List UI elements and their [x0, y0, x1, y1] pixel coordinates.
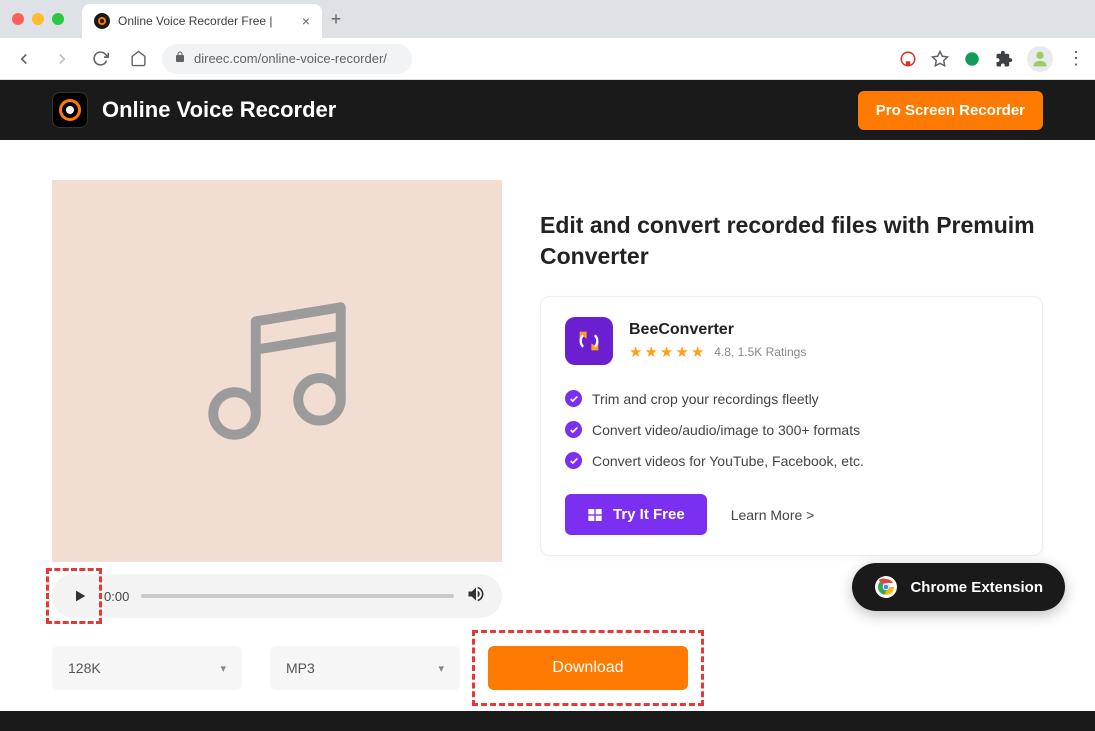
learn-more-link[interactable]: Learn More > — [731, 507, 815, 523]
star-icon: ★ — [691, 343, 704, 361]
check-icon — [565, 421, 582, 438]
check-icon — [565, 452, 582, 469]
browser-toolbar: direec.com/online-voice-recorder/ ⋮ — [0, 38, 1095, 80]
download-button[interactable]: Download — [488, 646, 688, 690]
tab-title: Online Voice Recorder Free | — [118, 14, 294, 28]
lock-icon — [174, 51, 186, 66]
toolbar-right: ⋮ — [899, 46, 1085, 72]
profile-avatar[interactable] — [1027, 46, 1053, 72]
progress-bar[interactable] — [141, 594, 454, 598]
page-content: 0:00 128K ▾ MP3 ▾ Download — [0, 140, 1095, 711]
product-name: BeeConverter — [629, 321, 806, 339]
check-icon — [565, 390, 582, 407]
logo[interactable]: Online Voice Recorder — [52, 92, 336, 128]
bitrate-select[interactable]: 128K ▾ — [52, 646, 242, 690]
audio-player: 0:00 — [52, 574, 502, 618]
play-time: 0:00 — [104, 589, 129, 604]
bitrate-value: 128K — [68, 660, 101, 676]
star-icon: ★ — [644, 343, 657, 361]
url-text: direec.com/online-voice-recorder/ — [194, 51, 387, 66]
music-note-icon — [192, 286, 362, 456]
minimize-window-button[interactable] — [32, 13, 44, 25]
window-controls — [12, 13, 64, 25]
format-select[interactable]: MP3 ▾ — [270, 646, 460, 690]
try-free-button[interactable]: Try It Free — [565, 494, 707, 535]
titlebar: Online Voice Recorder Free | × + — [0, 0, 1095, 38]
tab-favicon-icon — [94, 13, 110, 29]
bookmark-star-icon[interactable] — [931, 50, 949, 68]
logo-text: Online Voice Recorder — [102, 97, 336, 123]
extension-icon-1[interactable] — [899, 50, 917, 68]
chevron-down-icon: ▾ — [438, 662, 444, 675]
try-free-label: Try It Free — [613, 506, 685, 523]
logo-icon — [52, 92, 88, 128]
preview-column: 0:00 128K ▾ MP3 ▾ Download — [52, 180, 502, 690]
feature-list: Trim and crop your recordings fleetly Co… — [565, 383, 1018, 476]
chrome-extension-label: Chrome Extension — [910, 579, 1043, 596]
audio-preview-box — [52, 180, 502, 562]
chevron-down-icon: ▾ — [220, 662, 226, 675]
close-window-button[interactable] — [12, 13, 24, 25]
star-icon: ★ — [675, 343, 688, 361]
browser-tab[interactable]: Online Voice Recorder Free | × — [82, 4, 322, 38]
browser-menu-icon[interactable]: ⋮ — [1067, 48, 1085, 69]
feature-item: Trim and crop your recordings fleetly — [565, 383, 1018, 414]
format-value: MP3 — [286, 660, 315, 676]
feature-item: Convert videos for YouTube, Facebook, et… — [565, 445, 1018, 476]
maximize-window-button[interactable] — [52, 13, 64, 25]
extensions-puzzle-icon[interactable] — [995, 50, 1013, 68]
feature-text: Convert videos for YouTube, Facebook, et… — [592, 453, 864, 469]
feature-text: Convert video/audio/image to 300+ format… — [592, 422, 860, 438]
beeconverter-icon — [565, 317, 613, 365]
volume-icon[interactable] — [466, 584, 486, 609]
new-tab-button[interactable]: + — [322, 9, 350, 30]
reload-button[interactable] — [86, 45, 114, 73]
extension-icon-2[interactable] — [963, 50, 981, 68]
star-icon: ★ — [629, 343, 642, 361]
address-bar[interactable]: direec.com/online-voice-recorder/ — [162, 44, 412, 74]
footer-strip — [0, 711, 1095, 731]
promo-column: Edit and convert recorded files with Pre… — [540, 180, 1043, 690]
feature-item: Convert video/audio/image to 300+ format… — [565, 414, 1018, 445]
tab-close-icon[interactable]: × — [302, 13, 310, 29]
star-rating: ★ ★ ★ ★ ★ — [629, 343, 704, 361]
back-button[interactable] — [10, 45, 38, 73]
site-header: Online Voice Recorder Pro Screen Recorde… — [0, 80, 1095, 140]
browser-chrome: Online Voice Recorder Free | × + direec.… — [0, 0, 1095, 80]
pro-recorder-button[interactable]: Pro Screen Recorder — [858, 91, 1043, 130]
play-button[interactable] — [68, 584, 92, 608]
promo-card: BeeConverter ★ ★ ★ ★ ★ 4.8, 1.5K Ratings — [540, 296, 1043, 556]
chrome-logo-icon — [874, 575, 898, 599]
star-icon: ★ — [660, 343, 673, 361]
export-controls: 128K ▾ MP3 ▾ Download — [52, 646, 502, 690]
chrome-extension-button[interactable]: Chrome Extension — [852, 563, 1065, 611]
promo-heading: Edit and convert recorded files with Pre… — [540, 210, 1043, 272]
forward-button[interactable] — [48, 45, 76, 73]
rating-text: 4.8, 1.5K Ratings — [714, 345, 806, 359]
windows-icon — [587, 507, 603, 523]
home-button[interactable] — [124, 45, 152, 73]
feature-text: Trim and crop your recordings fleetly — [592, 391, 819, 407]
